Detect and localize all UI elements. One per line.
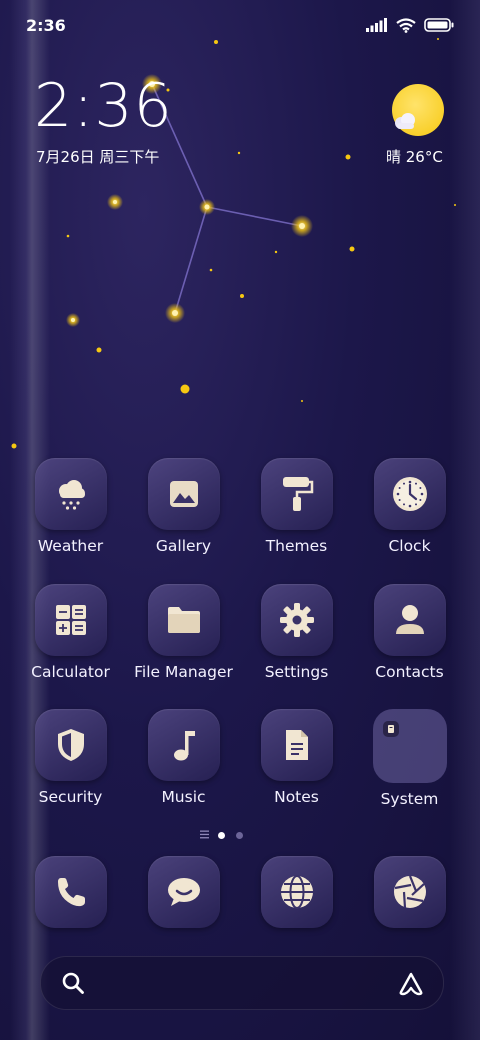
- app-tile[interactable]: [147, 458, 220, 530]
- person-icon: [395, 605, 424, 634]
- app-tile[interactable]: [260, 584, 333, 656]
- status-bar: 2:36: [0, 0, 480, 50]
- app-tile[interactable]: [260, 856, 333, 928]
- music-note-icon: [173, 731, 195, 761]
- app-label: Weather: [37, 537, 104, 555]
- weather-widget[interactable]: 晴 26°C: [384, 82, 454, 172]
- weather-condition-temp: 晴 26°C: [386, 148, 443, 166]
- gallery-image-icon: [169, 481, 198, 507]
- folder-group-icon: [382, 721, 399, 737]
- app-label: System: [380, 790, 439, 808]
- app-calculator[interactable]: Calculator: [14, 584, 127, 681]
- page-indicator[interactable]: [0, 828, 480, 842]
- gear-icon: [279, 603, 314, 637]
- shield-icon: [57, 729, 84, 761]
- status-time: 2:36: [26, 16, 66, 35]
- dock-browser[interactable]: [240, 856, 353, 928]
- app-label: Settings: [264, 663, 329, 681]
- app-contacts[interactable]: Contacts: [353, 584, 466, 681]
- page-dot-active[interactable]: [218, 832, 225, 839]
- calculator-icon: [55, 605, 86, 635]
- app-label: Clock: [388, 537, 431, 555]
- app-settings[interactable]: Settings: [240, 584, 353, 681]
- assistant-icon[interactable]: [397, 971, 425, 997]
- signal-icon: [366, 18, 387, 32]
- constellation-wallpaper: [11, 38, 456, 449]
- camera-aperture-icon: [393, 875, 426, 909]
- wifi-icon: [396, 17, 416, 33]
- clock-icon: [392, 477, 427, 511]
- app-label: Security: [38, 788, 103, 806]
- search-icon[interactable]: [61, 971, 85, 995]
- app-label: Music: [161, 788, 206, 806]
- app-themes[interactable]: Themes: [240, 458, 353, 555]
- dock-camera[interactable]: [353, 856, 466, 928]
- app-tile[interactable]: [373, 458, 446, 530]
- app-tile[interactable]: [34, 856, 107, 928]
- app-tile[interactable]: [147, 856, 220, 928]
- home-search-bar[interactable]: [40, 956, 444, 1010]
- phone-icon: [57, 878, 85, 907]
- app-file-manager[interactable]: File Manager: [127, 584, 240, 681]
- app-weather[interactable]: Weather: [14, 458, 127, 555]
- dock: [14, 856, 466, 932]
- app-label: Notes: [274, 788, 319, 806]
- message-bubble-icon: [167, 878, 200, 906]
- app-tile[interactable]: [373, 584, 446, 656]
- paint-roller-icon: [282, 477, 313, 511]
- folder-tile[interactable]: [372, 709, 447, 783]
- app-security[interactable]: Security: [14, 709, 127, 806]
- app-tile[interactable]: [147, 584, 220, 656]
- status-icons: [366, 15, 454, 35]
- app-label: Themes: [265, 537, 328, 555]
- browser-globe-icon: [280, 875, 313, 909]
- app-tile[interactable]: [260, 709, 333, 781]
- app-label: Gallery: [155, 537, 212, 555]
- home-clock-date[interactable]: 7月26日 周三下午: [36, 146, 159, 167]
- app-gallery[interactable]: Gallery: [127, 458, 240, 555]
- app-tile[interactable]: [373, 856, 446, 928]
- cloud-icon: [395, 113, 415, 129]
- page-dot[interactable]: [236, 832, 243, 839]
- home-clock-time[interactable]: 2:36: [34, 76, 173, 136]
- app-tile[interactable]: [147, 709, 220, 781]
- app-label: Calculator: [31, 663, 110, 681]
- app-folder-system[interactable]: System: [353, 709, 466, 808]
- app-clock[interactable]: Clock: [353, 458, 466, 555]
- battery-icon: [424, 18, 454, 32]
- app-tile[interactable]: [260, 458, 333, 530]
- folder-icon: [167, 607, 200, 633]
- app-label: File Manager: [134, 663, 233, 681]
- app-tile[interactable]: [34, 709, 107, 781]
- app-music[interactable]: Music: [127, 709, 240, 806]
- dock-messages[interactable]: [127, 856, 240, 928]
- app-tile[interactable]: [34, 458, 107, 530]
- app-label: Contacts: [375, 663, 444, 681]
- note-document-icon: [285, 730, 308, 760]
- dock-phone[interactable]: [14, 856, 127, 928]
- app-notes[interactable]: Notes: [240, 709, 353, 806]
- weather-snow-cloud-icon: [58, 480, 85, 510]
- app-tile[interactable]: [34, 584, 107, 656]
- app-list-icon: [200, 830, 209, 839]
